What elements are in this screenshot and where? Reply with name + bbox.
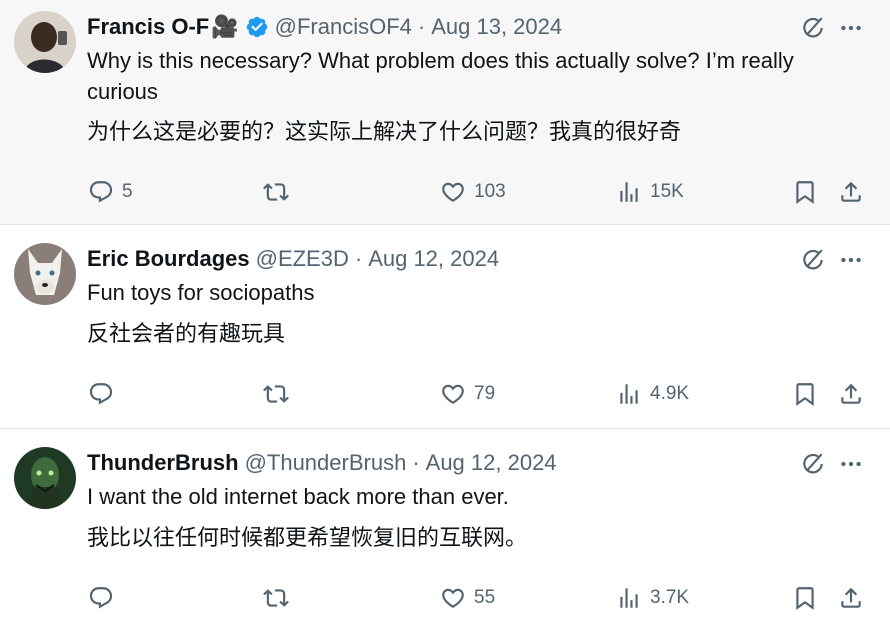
user-handle[interactable]: @ThunderBrush [245,450,407,476]
retweet-icon [263,381,289,407]
view-count: 3.7K [650,587,690,608]
share-button[interactable] [838,377,864,411]
tweet-text: Fun toys for sociopaths [87,280,315,305]
like-button[interactable]: 103 [440,175,506,209]
heart-icon [440,381,466,407]
display-name[interactable]: Eric Bourdages [87,246,250,272]
tweet-header: Francis O-F 🎥 @FrancisOF4 · Aug 13, 2024 [87,12,562,42]
more-icon[interactable] [838,451,864,477]
verified-badge-icon [245,15,269,39]
bookmark-icon [792,179,818,205]
share-icon [838,179,864,205]
user-handle[interactable]: @FrancisOF4 [275,14,412,40]
more-icon[interactable] [838,15,864,41]
reply-icon [88,585,114,611]
tweet-text: Why is this necessary? What problem does… [87,48,794,104]
views-button[interactable]: 3.7K [616,581,689,615]
grok-icon[interactable] [800,451,826,477]
like-button[interactable]: 55 [440,581,495,615]
avatar[interactable] [14,11,76,73]
tweet-date[interactable]: Aug 12, 2024 [368,246,499,272]
reply-feed: Francis O-F 🎥 @FrancisOF4 · Aug 13, 2024… [0,0,890,624]
bookmark-button[interactable] [792,581,818,615]
tweet-date[interactable]: Aug 12, 2024 [426,450,557,476]
display-name[interactable]: Francis O-F [87,14,209,40]
views-icon [616,381,642,407]
retweet-button[interactable] [263,581,289,615]
tweet-translation: 为什么这是必要的？这实际上解决了什么问题？我真的很好奇 [87,119,682,144]
like-count: 79 [474,383,496,404]
share-button[interactable] [838,581,864,615]
reply-count: 5 [122,181,133,202]
action-bar: 55 3.7K [0,581,890,615]
avatar[interactable] [14,243,76,305]
tweet-date[interactable]: Aug 13, 2024 [431,14,562,40]
user-handle[interactable]: @EZE3D [256,246,349,272]
action-bar: 79 4.9K [0,377,890,411]
grok-icon[interactable] [800,15,826,41]
heart-icon [440,179,466,205]
display-name[interactable]: ThunderBrush [87,450,239,476]
like-count: 55 [474,587,496,608]
action-bar: 5 103 15K [0,175,890,209]
bookmark-icon [792,585,818,611]
reply-tweet[interactable]: ThunderBrush @ThunderBrush · Aug 12, 202… [0,429,890,624]
views-button[interactable]: 15K [616,175,684,209]
name-emoji: 🎥 [211,14,239,39]
reply-button[interactable] [88,377,114,411]
bookmark-button[interactable] [792,377,818,411]
reply-icon [88,381,114,407]
reply-button[interactable]: 5 [88,175,133,209]
views-icon [616,585,642,611]
share-icon [838,585,864,611]
reply-tweet[interactable]: Francis O-F 🎥 @FrancisOF4 · Aug 13, 2024… [0,0,890,225]
view-count: 15K [650,181,684,202]
bookmark-icon [792,381,818,407]
retweet-button[interactable] [263,175,289,209]
separator-dot: · [412,450,420,475]
retweet-icon [263,585,289,611]
separator-dot: · [417,14,426,39]
avatar[interactable] [14,447,76,509]
views-icon [616,179,642,205]
reply-tweet[interactable]: Eric Bourdages @EZE3D · Aug 12, 2024 Fun… [0,225,890,429]
views-button[interactable]: 4.9K [616,377,689,411]
retweet-icon [263,179,289,205]
grok-icon[interactable] [800,247,826,273]
reply-button[interactable] [88,581,114,615]
tweet-text: I want the old internet back more than e… [87,484,509,509]
like-button[interactable]: 79 [440,377,495,411]
tweet-header: Eric Bourdages @EZE3D · Aug 12, 2024 [87,244,499,274]
tweet-translation: 反社会者的有趣玩具 [87,321,286,346]
heart-icon [440,585,466,611]
bookmark-button[interactable] [792,175,818,209]
reply-icon [88,179,114,205]
retweet-button[interactable] [263,377,289,411]
more-icon[interactable] [838,247,864,273]
separator-dot: · [354,246,363,271]
tweet-header: ThunderBrush @ThunderBrush · Aug 12, 202… [87,448,557,478]
share-icon [838,381,864,407]
share-button[interactable] [838,175,864,209]
tweet-translation: 我比以往任何时候都更希望恢复旧的互联网。 [87,525,528,550]
like-count: 103 [474,181,506,202]
view-count: 4.9K [650,383,690,404]
